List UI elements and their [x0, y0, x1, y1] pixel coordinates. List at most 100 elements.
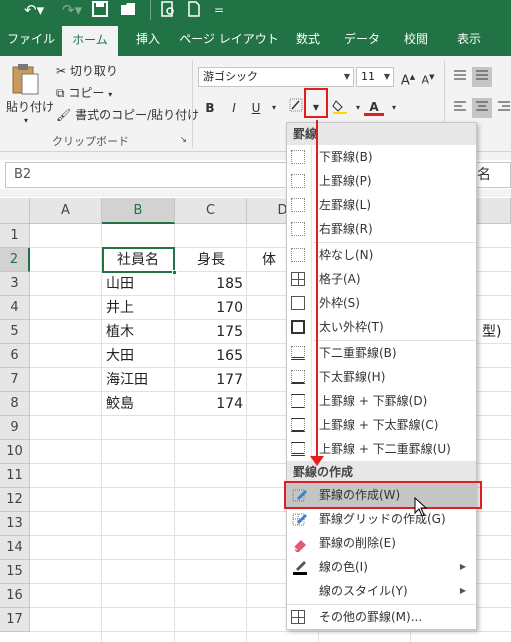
- align-top-icon[interactable]: [450, 67, 470, 87]
- folder-icon[interactable]: [120, 1, 136, 21]
- row-header[interactable]: 5: [0, 320, 30, 344]
- row-header[interactable]: 14: [0, 536, 30, 560]
- column-header-a[interactable]: A: [30, 198, 102, 224]
- align-left-icon[interactable]: [450, 98, 470, 118]
- font-name-combo[interactable]: 游ゴシック ▼: [198, 67, 354, 87]
- cut-button[interactable]: ✂ 切り取り: [56, 62, 118, 79]
- scissors-icon: ✂: [56, 64, 67, 78]
- fill-handle[interactable]: [172, 270, 177, 275]
- tab-review[interactable]: 校閲: [396, 22, 436, 56]
- paste-button[interactable]: 貼り付け: [6, 98, 54, 115]
- copy-dropdown-icon[interactable]: ▾: [108, 90, 112, 99]
- cell-height[interactable]: 177: [175, 368, 247, 392]
- font-size-combo[interactable]: 11 ▼: [356, 67, 394, 87]
- underline-dropdown-icon[interactable]: ▾: [264, 98, 284, 118]
- font-color-dropdown-icon[interactable]: ▾: [384, 98, 404, 118]
- cut-label: 切り取り: [69, 64, 118, 78]
- row-header[interactable]: 1: [0, 224, 30, 248]
- cell-name[interactable]: 鮫島: [102, 392, 174, 416]
- format-painter-button[interactable]: 🖌 書式のコピー/貼り付け: [56, 106, 199, 123]
- title-bar: ↶▾ ↷▾ =: [0, 0, 511, 22]
- menu-item-erase-border[interactable]: 罫線の削除(E): [287, 531, 476, 555]
- borders-menu: 罫線 下罫線(B) 上罫線(P) 左罫線(L) 右罫線(R) 枠なし(N) 格子…: [286, 122, 477, 630]
- column-header-c[interactable]: C: [175, 198, 247, 224]
- paste-dropdown-icon[interactable]: ▾: [24, 116, 28, 125]
- tab-data[interactable]: データ: [338, 22, 386, 56]
- row-header[interactable]: 3: [0, 272, 30, 296]
- row-header[interactable]: 17: [0, 608, 30, 632]
- column-header-b[interactable]: B: [102, 198, 175, 224]
- cell-height[interactable]: 170: [175, 296, 247, 320]
- ribbon-tabs: ファイル ホーム 挿入 ページ レイアウト 数式 データ 校閲 表示: [0, 22, 511, 56]
- fill-color-button[interactable]: [330, 98, 350, 118]
- menu-item-draw-border-grid[interactable]: 罫線グリッドの作成(G): [287, 507, 476, 531]
- outside-borders-icon: [291, 296, 305, 310]
- row-header[interactable]: 13: [0, 512, 30, 536]
- row-header[interactable]: 12: [0, 488, 30, 512]
- borders-button[interactable]: [286, 98, 306, 118]
- grow-font-button[interactable]: A▲: [398, 67, 418, 88]
- copy-button[interactable]: ⧉ コピー ▾: [56, 84, 112, 101]
- row-header[interactable]: 11: [0, 464, 30, 488]
- row-header[interactable]: 6: [0, 344, 30, 368]
- name-box[interactable]: B2: [5, 162, 287, 188]
- row-header[interactable]: 4: [0, 296, 30, 320]
- underline-button[interactable]: U: [246, 98, 266, 118]
- tab-page-layout[interactable]: ページ レイアウト: [178, 22, 280, 56]
- chevron-down-icon: ▼: [383, 72, 390, 81]
- new-document-icon[interactable]: [186, 1, 202, 21]
- shrink-font-button[interactable]: A▼: [418, 67, 438, 87]
- italic-button[interactable]: I: [224, 98, 244, 118]
- tab-file[interactable]: ファイル: [6, 22, 56, 56]
- align-center-icon[interactable]: [472, 98, 492, 118]
- cell-name[interactable]: 大田: [102, 344, 174, 368]
- format-painter-label: 書式のコピー/貼り付け: [75, 108, 200, 122]
- row-header[interactable]: 8: [0, 392, 30, 416]
- clipboard-group-label: クリップボード: [52, 135, 129, 148]
- save-icon[interactable]: [92, 1, 108, 21]
- font-color-button[interactable]: A: [364, 98, 384, 116]
- tab-formulas[interactable]: 数式: [288, 22, 328, 56]
- row-header[interactable]: 7: [0, 368, 30, 392]
- align-right-icon[interactable]: [494, 98, 511, 118]
- cell-height[interactable]: 174: [175, 392, 247, 416]
- top-bottom-border-icon: [291, 394, 305, 408]
- align-middle-icon[interactable]: [472, 67, 492, 87]
- cell-c2[interactable]: 身長: [175, 248, 247, 272]
- thick-box-border-icon: [291, 320, 305, 334]
- row-header[interactable]: 15: [0, 560, 30, 584]
- cell-height[interactable]: 165: [175, 344, 247, 368]
- menu-item-more-borders[interactable]: その他の罫線(M)...: [287, 605, 476, 629]
- cell-name[interactable]: 植木: [102, 320, 174, 344]
- bold-button[interactable]: B: [200, 98, 220, 118]
- cell-d2[interactable]: 体: [258, 248, 288, 272]
- customize-qa-button[interactable]: =: [214, 1, 224, 19]
- cell-partial[interactable]: 型): [478, 320, 511, 344]
- print-preview-icon[interactable]: [160, 1, 176, 21]
- annotation-highlight-box: [284, 481, 482, 509]
- cell-name[interactable]: 海江田: [102, 368, 174, 392]
- clipboard-launcher-icon[interactable]: ↘: [180, 135, 187, 144]
- row-header[interactable]: 10: [0, 440, 30, 464]
- menu-item-line-style[interactable]: 線のスタイル(Y) ▶: [287, 579, 476, 603]
- cell-height[interactable]: 175: [175, 320, 247, 344]
- row-header[interactable]: 9: [0, 416, 30, 440]
- gridline: [30, 631, 511, 632]
- select-all-corner[interactable]: [0, 198, 30, 224]
- redo-icon[interactable]: ↷▾: [62, 1, 82, 19]
- paste-icon[interactable]: [10, 62, 40, 99]
- no-border-icon: [291, 248, 305, 262]
- cell-name[interactable]: 井上: [102, 296, 174, 320]
- right-border-icon: [291, 222, 305, 236]
- row-header[interactable]: 16: [0, 584, 30, 608]
- tab-insert[interactable]: 挿入: [126, 22, 170, 56]
- tab-home[interactable]: ホーム: [62, 26, 118, 56]
- row-header[interactable]: 2: [0, 248, 30, 272]
- undo-icon[interactable]: ↶▾: [24, 1, 44, 19]
- top-thick-bottom-border-icon: [291, 418, 305, 432]
- cell-height[interactable]: 185: [175, 272, 247, 296]
- top-border-icon: [291, 174, 305, 188]
- cell-name[interactable]: 山田: [102, 272, 174, 296]
- menu-item-line-color[interactable]: 線の色(I) ▶: [287, 555, 476, 579]
- tab-view[interactable]: 表示: [448, 22, 490, 56]
